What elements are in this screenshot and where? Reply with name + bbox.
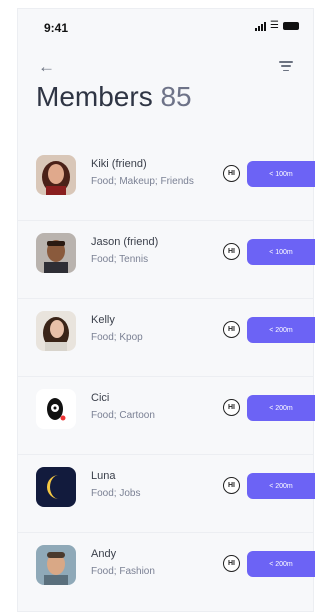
luna-avatar[interactable]	[36, 467, 76, 507]
andy-avatar[interactable]	[36, 545, 76, 585]
hi-wave-icon[interactable]: HI	[223, 399, 240, 416]
distance-button[interactable]: < 200m	[247, 551, 315, 577]
member-row-cici[interactable]: Cici Food; Cartoon HI < 200m	[18, 377, 315, 455]
filter-icon[interactable]	[279, 61, 293, 71]
member-row-andy[interactable]: Andy Food; Fashion HI < 200m	[18, 533, 315, 611]
member-row-luna[interactable]: Luna Food; Jobs HI < 200m	[18, 455, 315, 533]
hi-wave-icon[interactable]: HI	[223, 165, 240, 182]
member-tags: Food; Tennis	[91, 254, 149, 265]
member-tags: Food; Kpop	[91, 332, 143, 343]
member-name: Kelly	[91, 314, 115, 326]
member-row-kelly[interactable]: Kelly Food; Kpop HI < 200m	[18, 299, 315, 377]
member-name: Cici	[91, 392, 110, 404]
signal-icon	[255, 21, 267, 31]
member-tags: Food; Cartoon	[91, 410, 155, 421]
page-title: Members 85	[36, 81, 192, 113]
battery-icon	[283, 22, 299, 30]
member-name: Luna	[91, 470, 116, 482]
kiki-avatar[interactable]	[36, 155, 76, 195]
hi-wave-icon[interactable]: HI	[223, 321, 240, 338]
hi-wave-icon[interactable]: HI	[223, 477, 240, 494]
distance-button[interactable]: < 200m	[247, 473, 315, 499]
member-tags: Food; Jobs	[91, 488, 141, 499]
distance-button[interactable]: < 100m	[247, 161, 315, 187]
title-text: Members	[36, 81, 153, 112]
status-icons: ☰	[255, 21, 299, 31]
member-row-jason[interactable]: Jason (friend) Food; Tennis HI < 100m	[18, 221, 315, 299]
member-count: 85	[160, 81, 192, 112]
member-name: Kiki (friend)	[91, 158, 147, 170]
back-arrow-icon[interactable]: ←	[38, 57, 55, 77]
wifi-icon: ☰	[270, 20, 279, 31]
status-bar: 9:41 ☰	[18, 9, 313, 43]
member-name: Andy	[91, 548, 117, 560]
member-list: Kiki (friend) Food; Makeup; Friends HI <…	[18, 143, 315, 611]
member-tags: Food; Makeup; Friends	[91, 176, 194, 187]
status-time: 9:41	[44, 21, 69, 35]
member-row-kiki[interactable]: Kiki (friend) Food; Makeup; Friends HI <…	[18, 143, 315, 221]
distance-button[interactable]: < 100m	[247, 239, 315, 265]
kelly-avatar[interactable]	[36, 311, 76, 351]
hi-wave-icon[interactable]: HI	[223, 243, 240, 260]
member-tags: Food; Fashion	[91, 566, 155, 577]
distance-button[interactable]: < 200m	[247, 395, 315, 421]
phone-screen: 9:41 ☰ ← Members 85 Kiki (friend) Food; …	[17, 8, 315, 612]
cici-avatar[interactable]	[36, 389, 76, 429]
member-name: Jason (friend)	[91, 236, 159, 248]
distance-button[interactable]: < 200m	[247, 317, 315, 343]
jason-avatar[interactable]	[36, 233, 76, 273]
hi-wave-icon[interactable]: HI	[223, 555, 240, 572]
